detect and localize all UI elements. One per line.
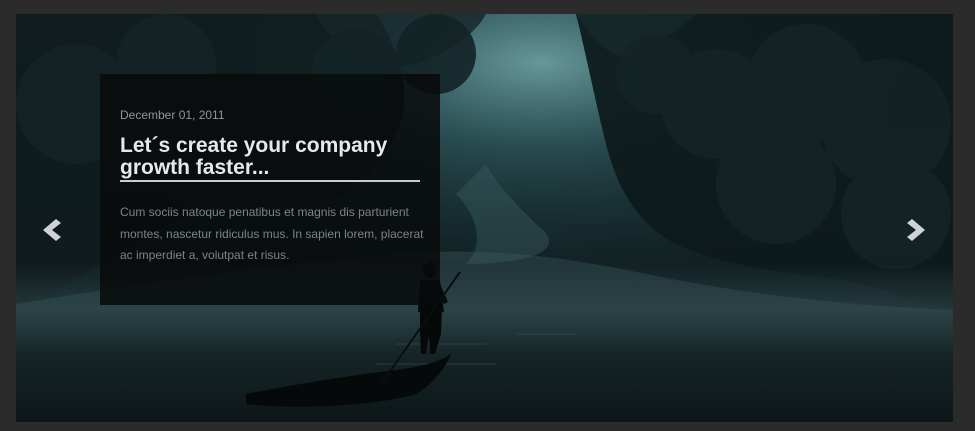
image-slider: December 01, 2011 Let´s create your comp… — [16, 14, 953, 422]
next-slide-button[interactable] — [900, 214, 932, 246]
chevron-left-icon — [43, 219, 61, 241]
prev-slide-button[interactable] — [36, 214, 68, 246]
slide-caption: December 01, 2011 Let´s create your comp… — [100, 74, 440, 305]
slide-title[interactable]: Let´s create your company growth faster.… — [120, 135, 420, 179]
chevron-right-icon — [907, 219, 925, 241]
title-divider — [120, 180, 420, 182]
slider-frame: December 01, 2011 Let´s create your comp… — [0, 0, 975, 431]
slide-description: Cum sociis natoque penatibus et magnis d… — [120, 205, 424, 262]
slide-date: December 01, 2011 — [120, 108, 225, 122]
